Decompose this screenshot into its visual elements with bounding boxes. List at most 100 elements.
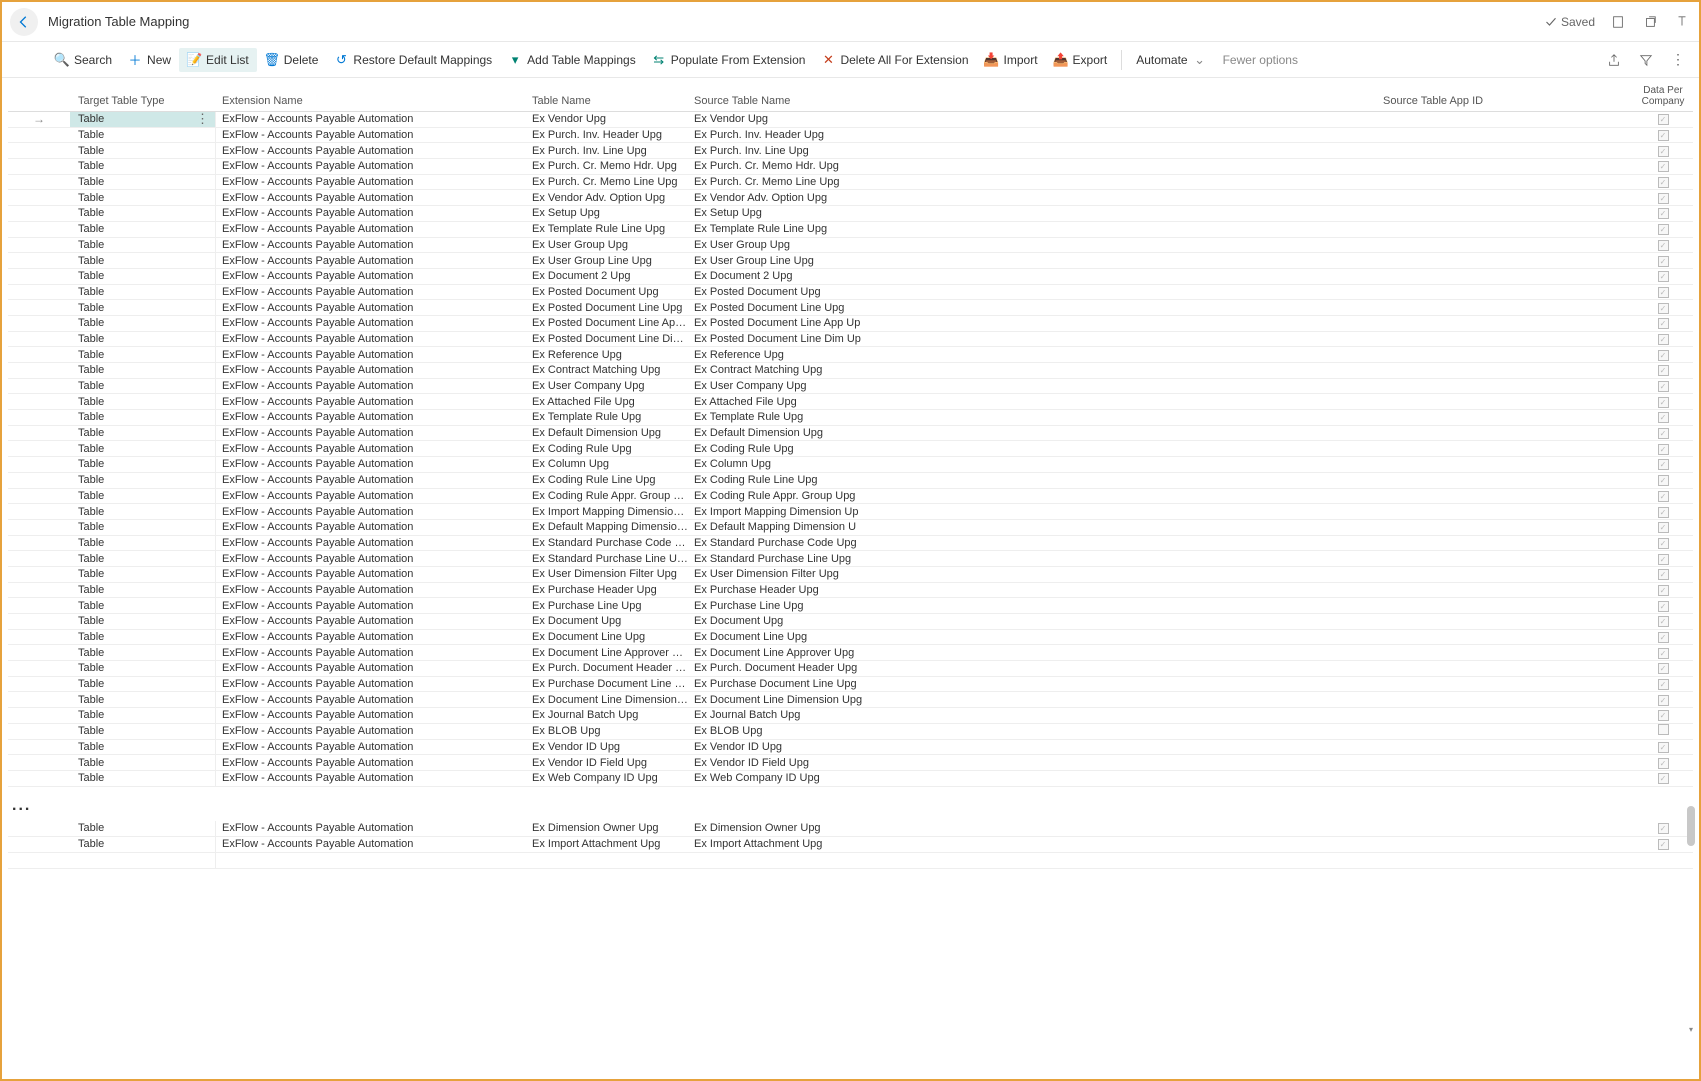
- cell-data-per-company[interactable]: [1633, 302, 1693, 314]
- checkbox[interactable]: [1658, 491, 1669, 502]
- cell-extension[interactable]: ExFlow - Accounts Payable Automation: [216, 615, 526, 627]
- cell-data-per-company[interactable]: [1633, 662, 1693, 674]
- cell-data-per-company[interactable]: [1633, 709, 1693, 721]
- cell-extension[interactable]: ExFlow - Accounts Payable Automation: [216, 772, 526, 784]
- table-row[interactable]: TableExFlow - Accounts Payable Automatio…: [8, 630, 1693, 646]
- cell-target-type[interactable]: Table: [70, 504, 216, 519]
- cell-source-name[interactable]: Ex Purch. Document Header Upg: [688, 662, 1377, 674]
- table-row[interactable]: TableExFlow - Accounts Payable Automatio…: [8, 692, 1693, 708]
- cell-table-name[interactable]: Ex Reference Upg: [526, 349, 688, 361]
- cell-target-type[interactable]: Table: [70, 645, 216, 660]
- cell-source-name[interactable]: Ex Web Company ID Upg: [688, 772, 1377, 784]
- cell-source-name[interactable]: Ex Purch. Cr. Memo Hdr. Upg: [688, 160, 1377, 172]
- table-row[interactable]: TableExFlow - Accounts Payable Automatio…: [8, 159, 1693, 175]
- cell-extension[interactable]: ExFlow - Accounts Payable Automation: [216, 255, 526, 267]
- cell-table-name[interactable]: Ex Coding Rule Line Upg: [526, 474, 688, 486]
- scroll-thumb[interactable]: [1687, 806, 1695, 846]
- table-row[interactable]: TableExFlow - Accounts Payable Automatio…: [8, 551, 1693, 567]
- cell-extension[interactable]: ExFlow - Accounts Payable Automation: [216, 506, 526, 518]
- cell-source-name[interactable]: Ex User Group Upg: [688, 239, 1377, 251]
- cell-extension[interactable]: ExFlow - Accounts Payable Automation: [216, 411, 526, 423]
- cell-data-per-company[interactable]: [1633, 113, 1693, 125]
- checkbox[interactable]: [1658, 444, 1669, 455]
- table-row[interactable]: TableExFlow - Accounts Payable Automatio…: [8, 504, 1693, 520]
- cell-data-per-company[interactable]: [1633, 255, 1693, 267]
- table-row[interactable]: TableExFlow - Accounts Payable Automatio…: [8, 583, 1693, 599]
- cell-table-name[interactable]: Ex Purchase Document Line Upg: [526, 678, 688, 690]
- cell-target-type[interactable]: Table: [70, 190, 216, 205]
- cell-table-name[interactable]: Ex Posted Document Line Dim Up: [526, 333, 688, 345]
- cell-extension[interactable]: ExFlow - Accounts Payable Automation: [216, 553, 526, 565]
- cell-source-name[interactable]: Ex Journal Batch Upg: [688, 709, 1377, 721]
- cell-source-name[interactable]: Ex Template Rule Line Upg: [688, 223, 1377, 235]
- cell-target-type[interactable]: Table: [70, 536, 216, 551]
- cell-data-per-company[interactable]: [1633, 521, 1693, 533]
- share-button[interactable]: [1605, 51, 1623, 69]
- table-row[interactable]: TableExFlow - Accounts Payable Automatio…: [8, 441, 1693, 457]
- cell-table-name[interactable]: Ex Document Line Upg: [526, 631, 688, 643]
- cell-table-name[interactable]: Ex Posted Document Upg: [526, 286, 688, 298]
- cell-source-name[interactable]: Ex Attached File Upg: [688, 396, 1377, 408]
- table-row-empty[interactable]: [8, 853, 1693, 869]
- cell-table-name[interactable]: Ex Attached File Upg: [526, 396, 688, 408]
- col-source-app[interactable]: Source Table App ID: [1377, 95, 1633, 107]
- delete-all-button[interactable]: ✕Delete All For Extension: [813, 48, 976, 72]
- cell-source-name[interactable]: Ex Purchase Line Upg: [688, 600, 1377, 612]
- cell-target-type[interactable]: Table: [70, 708, 216, 723]
- table-row[interactable]: TableExFlow - Accounts Payable Automatio…: [8, 222, 1693, 238]
- table-row[interactable]: TableExFlow - Accounts Payable Automatio…: [8, 567, 1693, 583]
- cell-target-type[interactable]: Table: [70, 128, 216, 143]
- checkbox[interactable]: [1658, 475, 1669, 486]
- cell-data-per-company[interactable]: [1633, 553, 1693, 565]
- cell-extension[interactable]: ExFlow - Accounts Payable Automation: [216, 709, 526, 721]
- checkbox[interactable]: [1658, 554, 1669, 565]
- cell-data-per-company[interactable]: [1633, 772, 1693, 784]
- table-row[interactable]: TableExFlow - Accounts Payable Automatio…: [8, 598, 1693, 614]
- table-row[interactable]: TableExFlow - Accounts Payable Automatio…: [8, 269, 1693, 285]
- cell-data-per-company[interactable]: [1633, 160, 1693, 172]
- cell-extension[interactable]: ExFlow - Accounts Payable Automation: [216, 396, 526, 408]
- table-row[interactable]: TableExFlow - Accounts Payable Automatio…: [8, 316, 1693, 332]
- cell-data-per-company[interactable]: [1633, 474, 1693, 486]
- cell-data-per-company[interactable]: [1633, 615, 1693, 627]
- table-row[interactable]: TableExFlow - Accounts Payable Automatio…: [8, 379, 1693, 395]
- cell-target-type[interactable]: Table: [70, 347, 216, 362]
- cell-extension[interactable]: ExFlow - Accounts Payable Automation: [216, 364, 526, 376]
- cell-extension[interactable]: ExFlow - Accounts Payable Automation: [216, 349, 526, 361]
- checkbox[interactable]: [1658, 773, 1669, 784]
- cell-extension[interactable]: ExFlow - Accounts Payable Automation: [216, 270, 526, 282]
- cell-source-name[interactable]: Ex Standard Purchase Line Upg: [688, 553, 1377, 565]
- cell-target-type[interactable]: Table: [70, 363, 216, 378]
- teach-button[interactable]: [1673, 13, 1691, 31]
- checkbox[interactable]: [1658, 569, 1669, 580]
- checkbox[interactable]: [1658, 397, 1669, 408]
- cell-source-name[interactable]: Ex Purchase Header Upg: [688, 584, 1377, 596]
- table-row[interactable]: →Table⋮ExFlow - Accounts Payable Automat…: [8, 112, 1693, 128]
- cell-source-name[interactable]: Ex Vendor ID Field Upg: [688, 757, 1377, 769]
- cell-extension[interactable]: ExFlow - Accounts Payable Automation: [216, 286, 526, 298]
- table-row[interactable]: TableExFlow - Accounts Payable Automatio…: [8, 300, 1693, 316]
- cell-source-name[interactable]: Ex Contract Matching Upg: [688, 364, 1377, 376]
- table-row[interactable]: TableExFlow - Accounts Payable Automatio…: [8, 143, 1693, 159]
- cell-target-type[interactable]: Table: [70, 316, 216, 331]
- cell-extension[interactable]: ExFlow - Accounts Payable Automation: [216, 568, 526, 580]
- checkbox[interactable]: [1658, 538, 1669, 549]
- table-row[interactable]: TableExFlow - Accounts Payable Automatio…: [8, 457, 1693, 473]
- cell-source-name[interactable]: Ex Document Line Approver Upg: [688, 647, 1377, 659]
- cell-data-per-company[interactable]: [1633, 694, 1693, 706]
- cell-source-name[interactable]: Ex Reference Upg: [688, 349, 1377, 361]
- cell-data-per-company[interactable]: [1633, 349, 1693, 361]
- table-row[interactable]: TableExFlow - Accounts Payable Automatio…: [8, 724, 1693, 740]
- scroll-down-arrow[interactable]: ▾: [1687, 1025, 1695, 1035]
- cell-target-type[interactable]: Table: [70, 394, 216, 409]
- col-data-per[interactable]: Data Per Company: [1633, 85, 1693, 107]
- cell-source-name[interactable]: Ex Purch. Inv. Header Upg: [688, 129, 1377, 141]
- cell-target-type[interactable]: Table: [70, 332, 216, 347]
- cell-extension[interactable]: ExFlow - Accounts Payable Automation: [216, 443, 526, 455]
- cell-table-name[interactable]: Ex Journal Batch Upg: [526, 709, 688, 721]
- cell-extension[interactable]: ExFlow - Accounts Payable Automation: [216, 694, 526, 706]
- table-row[interactable]: TableExFlow - Accounts Payable Automatio…: [8, 708, 1693, 724]
- cell-source-name[interactable]: Ex Vendor Adv. Option Upg: [688, 192, 1377, 204]
- cell-source-name[interactable]: Ex Document Line Dimension Upg: [688, 694, 1377, 706]
- cell-table-name[interactable]: Ex Document Line Dimension Upg: [526, 694, 688, 706]
